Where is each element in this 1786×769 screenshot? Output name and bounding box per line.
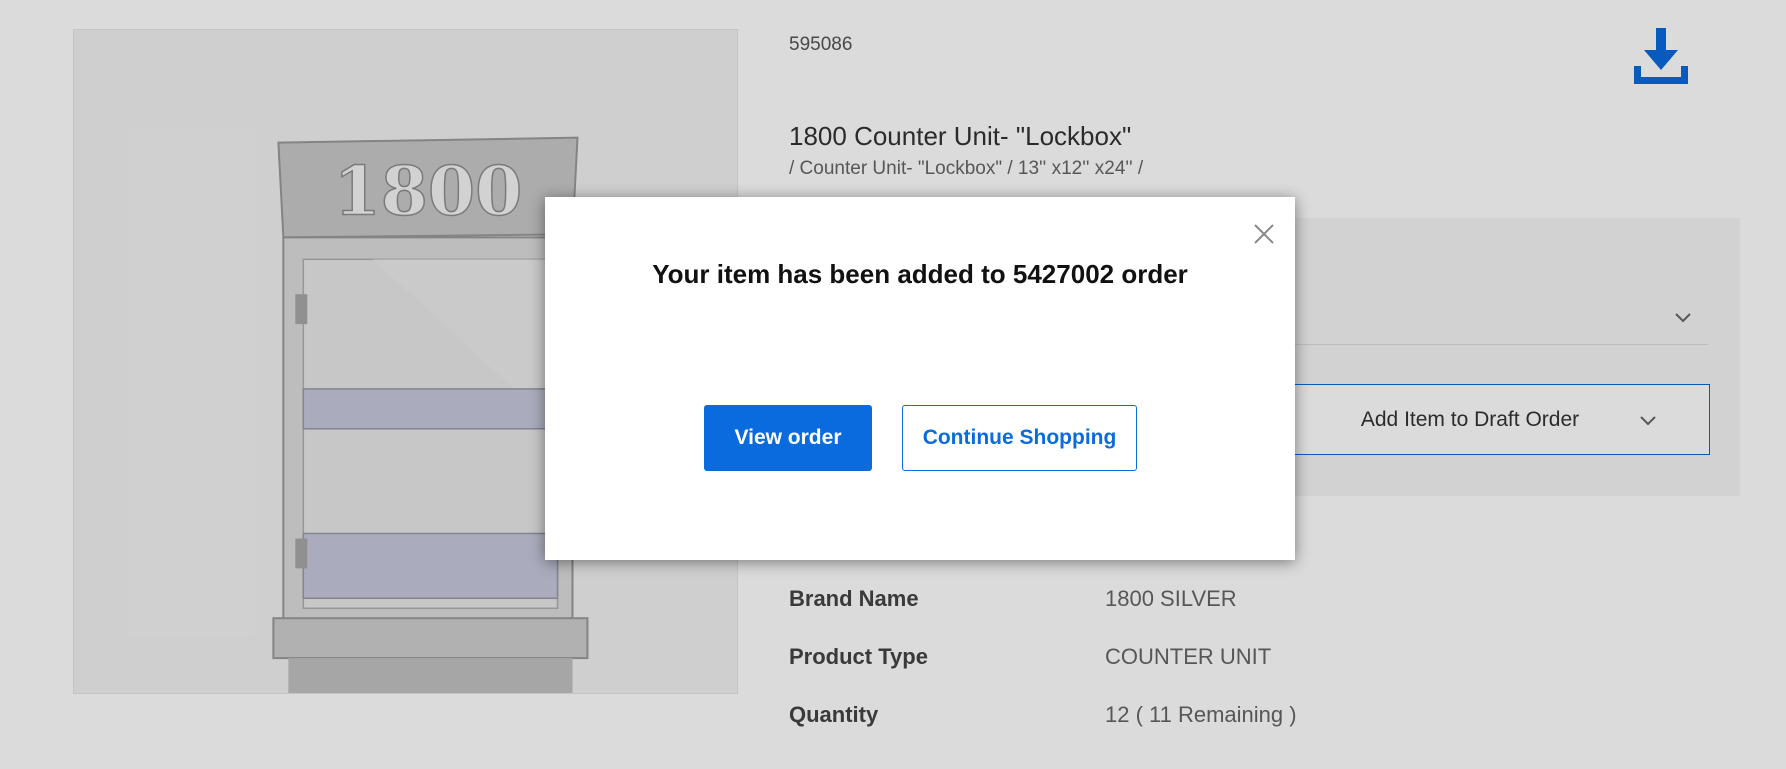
continue-shopping-button[interactable]: Continue Shopping [902,405,1137,471]
close-icon[interactable] [1251,221,1277,247]
view-order-button[interactable]: View order [704,405,872,471]
product-page: 1800 595086 1800 Counter Unit- "Lockbox"… [0,0,1786,769]
modal-message: Your item has been added to 5427002 orde… [652,259,1188,289]
added-to-order-modal: Your item has been added to 5427002 orde… [545,197,1295,560]
